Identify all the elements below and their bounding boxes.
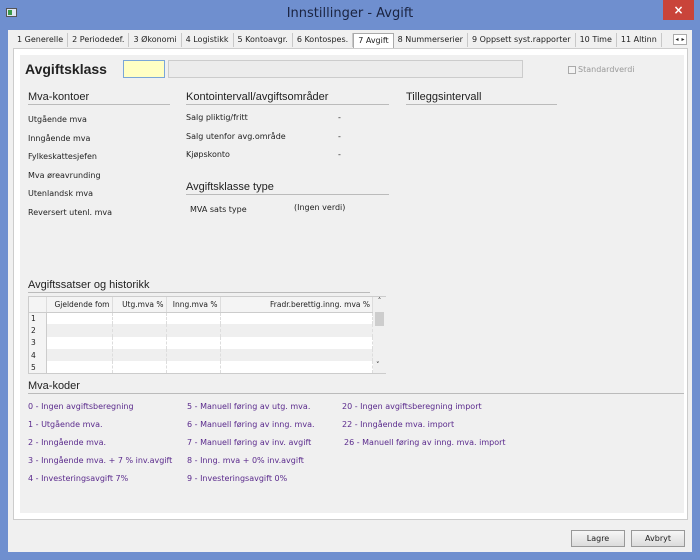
grid-cell[interactable] <box>46 336 113 349</box>
grid-cell[interactable] <box>166 348 221 362</box>
column-header[interactable]: Utg.mva % <box>112 297 167 313</box>
grid-cell[interactable] <box>220 324 373 337</box>
tab-10[interactable]: 10 Time <box>575 33 617 47</box>
standardverdi-checkbox[interactable]: Standardverdi <box>568 65 635 74</box>
grid-cell[interactable] <box>46 312 113 325</box>
mva-konto-label: Inngående mva <box>28 133 91 143</box>
mva-kode-item: 2 - Inngående mva. <box>28 438 107 447</box>
grid-cell[interactable] <box>112 348 167 362</box>
mva-kode-item: 0 - Ingen avgiftsberegning <box>28 402 134 411</box>
tab-3[interactable]: 3 Økonomi <box>129 33 182 47</box>
column-header[interactable]: Fradr.berettig.inng. mva % <box>220 297 373 313</box>
mva-kontoer-heading: Mva-kontoer <box>28 91 170 105</box>
column-header[interactable]: Inng.mva % <box>166 297 221 313</box>
scroll-thumb[interactable] <box>375 312 384 326</box>
mva-kode-item: 9 - Investeringsavgift 0% <box>187 474 288 483</box>
tilleggsintervall-heading: Tilleggsintervall <box>406 91 557 105</box>
kontointervall-value[interactable]: - <box>338 132 341 141</box>
mva-kode-item: 5 - Manuell føring av utg. mva. <box>187 402 311 411</box>
tab-2[interactable]: 2 Periodedef. <box>68 33 130 47</box>
mva-kode-item: 26 - Manuell føring av inng. mva. import <box>344 438 506 447</box>
tab-6[interactable]: 6 Kontospes. <box>292 33 354 47</box>
window-title: Innstillinger - Avgift <box>286 6 414 21</box>
tab-8[interactable]: 8 Nummerserier <box>393 33 468 47</box>
cancel-button[interactable]: Avbryt <box>631 530 685 547</box>
grid-cell[interactable] <box>220 348 373 362</box>
row-number: 3 <box>29 336 47 349</box>
column-header[interactable]: Gjeldende fom <box>46 297 113 313</box>
checkbox-icon <box>568 65 576 74</box>
mva-konto-label: Utenlandsk mva <box>28 189 94 198</box>
tab-11[interactable]: 11 Altinn <box>616 33 662 47</box>
tab-scroll-right-icon[interactable]: ▸ <box>680 35 686 44</box>
mva-kode-item: 8 - Inng. mva + 0% inv.avgift <box>187 456 304 465</box>
mva-sats-type-label: MVA sats type <box>190 205 247 214</box>
row-header-corner <box>29 297 47 313</box>
avgiftssatser-heading: Avgiftssatser og historikk <box>28 279 370 293</box>
grid-cell[interactable] <box>112 312 167 325</box>
grid-scrollbar[interactable]: ˄ ˅ <box>373 297 386 373</box>
table-row[interactable]: 1 <box>29 312 373 325</box>
grid-cell[interactable] <box>220 361 373 374</box>
mva-kode-item: 3 - Inngående mva. + 7 % inv.avgift <box>28 456 173 465</box>
mva-kode-item: 20 - Ingen avgiftsberegning import <box>342 402 482 411</box>
mva-koder-heading: Mva-koder <box>28 380 684 394</box>
avgiftsklass-code-input[interactable] <box>123 60 165 78</box>
grid-cell[interactable] <box>166 361 221 374</box>
mva-kode-item: 1 - Utgående mva. <box>28 420 103 429</box>
avgiftsklass-label: Avgiftsklass <box>25 61 107 77</box>
mva-kode-item: 4 - Investeringsavgift 7% <box>28 474 129 483</box>
row-number: 4 <box>29 348 47 362</box>
grid-cell[interactable] <box>46 324 113 337</box>
tab-1[interactable]: 1 Generelle <box>13 33 69 47</box>
tab-strip: 1 Generelle 2 Periodedef. 3 Økonomi 4 Logis… <box>13 33 673 48</box>
grid-cell[interactable] <box>112 361 167 374</box>
kontointervall-label: Salg utenfor avg.område <box>186 131 286 141</box>
mva-konto-label: Utgående mva <box>28 115 87 124</box>
grid-cell[interactable] <box>166 312 221 325</box>
avgiftssatser-grid[interactable]: Gjeldende fom Utg.mva % Inng.mva % Fradr… <box>28 296 386 374</box>
avgiftsklasse-type-heading: Avgiftsklasse type <box>186 181 389 195</box>
kontointervall-label: Salg pliktig/fritt <box>186 113 248 122</box>
tab-7[interactable]: 7 Avgift <box>353 33 394 48</box>
grid-cell[interactable] <box>220 312 373 325</box>
mva-kode-item: 22 - Inngående mva. import <box>342 420 455 429</box>
mva-kode-item: 6 - Manuell føring av inng. mva. <box>187 420 315 429</box>
grid-cell[interactable] <box>112 336 167 349</box>
row-number: 5 <box>29 361 47 374</box>
mva-konto-label: Reversert utenl. mva <box>28 207 113 217</box>
table-row[interactable]: 2 <box>29 324 373 337</box>
grid-cell[interactable] <box>112 324 167 337</box>
kontointervall-label: Kjøpskonto <box>186 150 230 159</box>
scroll-down-icon[interactable]: ˅ <box>376 361 380 369</box>
mva-konto-label: Fylkeskattesjefen <box>28 152 97 161</box>
kontointervall-value[interactable]: - <box>338 150 341 159</box>
avgiftsklass-description-input[interactable] <box>168 60 523 78</box>
table-row[interactable]: 3 <box>29 336 373 349</box>
tab-4[interactable]: 4 Logistikk <box>181 33 234 47</box>
save-button[interactable]: Lagre <box>571 530 625 547</box>
tab-9[interactable]: 9 Oppsett syst.rapporter <box>467 33 576 47</box>
mva-kode-item: 7 - Manuell føring av inv. avgift <box>187 438 312 447</box>
grid-cell[interactable] <box>166 336 221 349</box>
close-button[interactable]: × <box>663 0 694 20</box>
grid-cell[interactable] <box>46 361 113 374</box>
row-number: 2 <box>29 324 47 337</box>
standardverdi-label: Standardverdi <box>578 65 635 74</box>
kontointervall-value[interactable]: - <box>338 113 341 122</box>
grid-cell[interactable] <box>220 336 373 349</box>
tab-scroll: ◂ ▸ <box>673 34 687 45</box>
table-row[interactable]: 5 <box>29 361 373 374</box>
grid-cell[interactable] <box>46 348 113 362</box>
grid-cell[interactable] <box>166 324 221 337</box>
row-number: 1 <box>29 312 47 325</box>
mva-sats-type-value[interactable]: (Ingen verdi) <box>294 203 345 212</box>
tab-5[interactable]: 5 Kontoavgr. <box>233 33 293 47</box>
kontointervall-heading: Kontointervall/avgiftsområder <box>186 91 389 105</box>
scroll-up-icon[interactable]: ˄ <box>373 297 386 305</box>
mva-konto-label: Mva øreavrunding <box>28 170 101 180</box>
table-row[interactable]: 4 <box>29 348 373 362</box>
